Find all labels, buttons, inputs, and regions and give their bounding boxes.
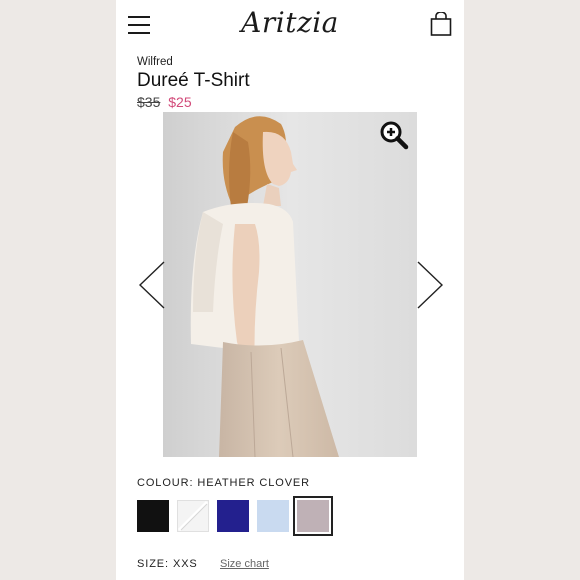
product-brand[interactable]: Wilfred: [137, 56, 173, 68]
colour-swatches: [137, 496, 333, 536]
zoom-in-icon[interactable]: [379, 120, 409, 150]
size-label: SIZE: XXS: [137, 558, 198, 570]
chevron-right-icon[interactable]: [416, 260, 444, 310]
size-chart-link[interactable]: Size chart: [220, 558, 269, 570]
product-image[interactable]: [163, 112, 417, 457]
swatch-navy[interactable]: [217, 500, 249, 532]
swatch-white[interactable]: [177, 500, 209, 532]
colour-label: COLOUR: HEATHER CLOVER: [137, 477, 311, 489]
product-price: $35 $25: [137, 94, 192, 110]
product-title: Dureé T-Shirt: [137, 70, 250, 91]
swatch-light-blue[interactable]: [257, 500, 289, 532]
chevron-left-icon[interactable]: [138, 260, 166, 310]
sale-price: $25: [168, 94, 192, 110]
swatch-heather-clover[interactable]: [293, 496, 333, 536]
original-price: $35: [137, 94, 161, 110]
brand-logo[interactable]: Aritzia: [116, 6, 464, 39]
product-page: Aritzia Wilfred Dureé T-Shirt $35 $25 CO…: [116, 0, 464, 580]
shopping-bag-icon[interactable]: [430, 12, 452, 36]
swatch-black[interactable]: [137, 500, 169, 532]
product-photo-illustration: [163, 112, 417, 457]
